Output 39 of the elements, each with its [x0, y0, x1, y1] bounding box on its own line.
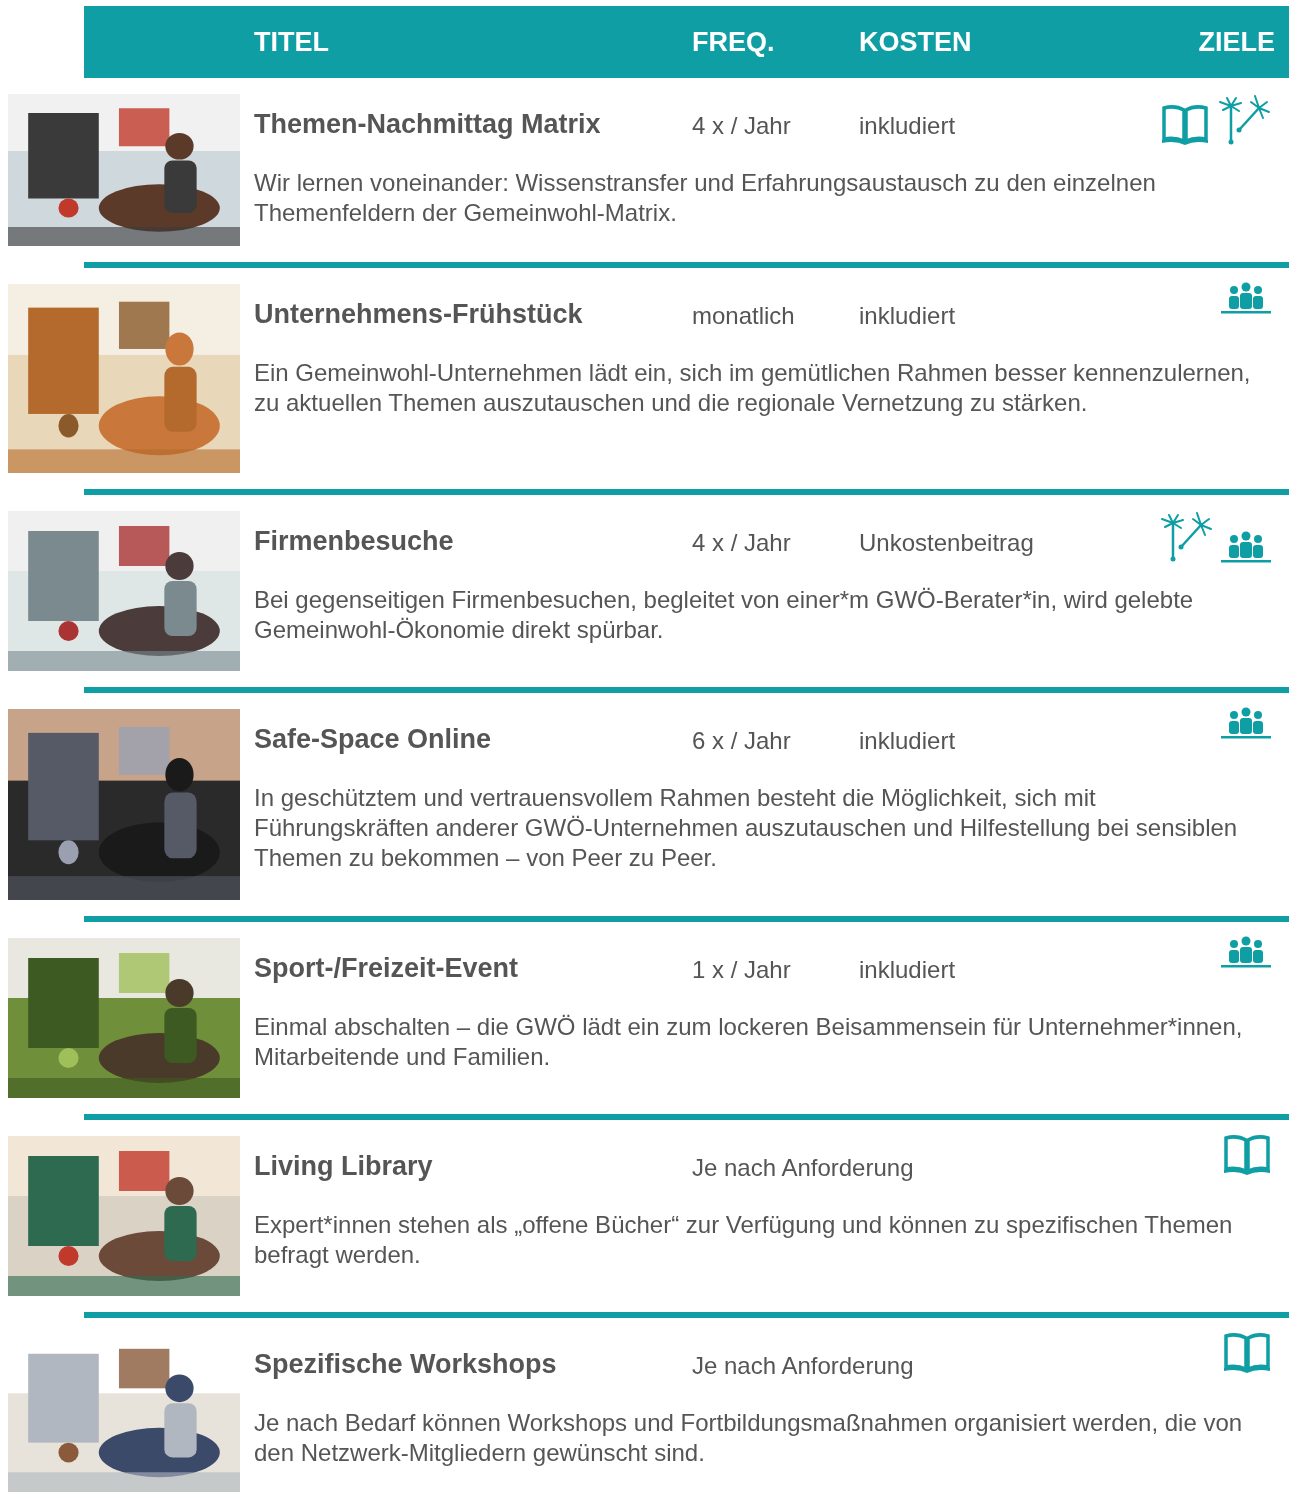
row-description: Bei gegenseitigen Firmenbesuchen, begleitet von einer*m GWÖ-Berater*in, wird gelebte Gemeinwohl-Ökonomie direkt spürbar.	[254, 585, 1195, 645]
frequency-cell-text: 6 x / Jahr	[692, 726, 792, 756]
frequency-cell-text: Je nach Anforderung	[692, 1153, 914, 1183]
people-group-icon	[1221, 531, 1271, 563]
people-group-icon	[1221, 936, 1271, 968]
cost-cell-text: inkludiert	[859, 726, 956, 756]
row-title: Sport-/Freizeit-Event	[254, 952, 520, 985]
row-description: Expert*innen stehen als „offene Bücher“ zur Verfügung und können zu spezifischen Themen befragt werden.	[254, 1210, 1234, 1270]
dandelion-seeds-icon	[1159, 509, 1213, 563]
row-description: Je nach Bedarf können Workshops und Fortbildungsmaßnahmen organisiert werden, die von den Netzwerk-Mitgliedern gewünscht sind.	[254, 1408, 1244, 1468]
row-title: Firmenbesuche	[254, 525, 455, 558]
people-group-icon	[1221, 282, 1271, 314]
row-title: Safe-Space Online	[254, 723, 493, 756]
frequency-cell-text: 4 x / Jahr	[692, 111, 792, 141]
column-header: KOSTEN	[859, 25, 972, 59]
cost-cell-text: inkludiert	[859, 301, 956, 331]
row-description: Ein Gemeinwohl-Unternehmen lädt ein, sich im gemütlichen Rahmen besser kennenzulernen, zu aktuellen Themen auszutauschen und die regionale Vernetzung zu stärken.	[254, 358, 1252, 418]
cost-cell-text: inkludiert	[859, 955, 956, 985]
book-icon	[1223, 1332, 1271, 1374]
column-header: ZIELE	[1198, 25, 1275, 59]
row-title: Unternehmens-Frühstück	[254, 298, 584, 331]
dandelion-seeds-icon	[1217, 92, 1271, 146]
book-icon	[1223, 1134, 1271, 1176]
row-title: Spezifische Workshops	[254, 1348, 558, 1381]
column-header: FREQ.	[692, 25, 776, 59]
book-icon	[1161, 104, 1209, 146]
cost-cell-text: Unkostenbeitrag	[859, 528, 1034, 558]
frequency-cell-text: 4 x / Jahr	[692, 528, 792, 558]
column-header: TITEL	[254, 25, 330, 59]
row-title: Living Library	[254, 1150, 434, 1183]
row-description: Wir lernen voneinander: Wissenstransfer und Erfahrungsaustausch zu den einzelnen Themenfeldern der Gemeinwohl-Matrix.	[254, 168, 1157, 228]
row-title: Themen-Nachmittag Matrix	[254, 108, 602, 141]
cost-cell-text: inkludiert	[859, 111, 956, 141]
frequency-cell-text: 1 x / Jahr	[692, 955, 792, 985]
row-description: In geschütztem und vertrauensvollem Rahmen besteht die Möglichkeit, sich mit Führungskräften anderer GWÖ-Unternehmen auszutauschen und Hilfestellung bei sensiblen Themen zu bekommen – von Peer zu Peer.	[254, 783, 1239, 873]
row-description: Einmal abschalten – die GWÖ lädt ein zum lockeren Beisammensein für Unternehmer*innen, Mitarbeitende und Familien.	[254, 1012, 1244, 1072]
frequency-cell-text: Je nach Anforderung	[692, 1351, 914, 1381]
people-group-icon	[1221, 707, 1271, 739]
frequency-cell-text: monatlich	[692, 301, 796, 331]
